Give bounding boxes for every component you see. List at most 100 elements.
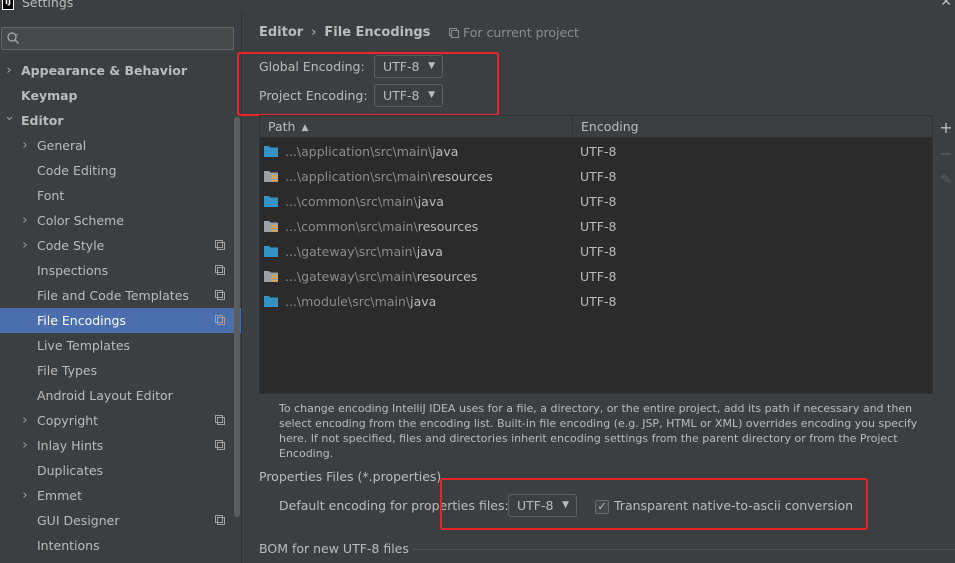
encoding-cell[interactable]: UTF-8 <box>580 214 616 239</box>
chevron-down-icon[interactable]: ⌄ <box>4 104 15 129</box>
chevron-right-icon[interactable]: › <box>20 208 30 233</box>
table-row[interactable]: ...\module\src\main\java UTF-8 <box>260 289 932 314</box>
sidebar-item-keymap[interactable]: Keymap <box>0 83 241 108</box>
default-properties-encoding-label: Default encoding for properties files: <box>279 498 509 513</box>
project-scope-icon <box>215 290 225 300</box>
properties-encoding-value: UTF-8 <box>517 498 554 513</box>
project-scope-icon <box>215 440 225 450</box>
breadcrumb-parent[interactable]: Editor <box>259 25 303 40</box>
table-row[interactable]: ...\gateway\src\main\resources UTF-8 <box>260 264 932 289</box>
column-header-path[interactable]: Path ▲ <box>260 116 573 138</box>
search-input[interactable] <box>24 30 229 47</box>
properties-encoding-select[interactable]: UTF-8 ▼ <box>508 494 577 517</box>
sidebar-item-android-layout-editor[interactable]: Android Layout Editor <box>0 383 241 408</box>
sidebar-item-intentions[interactable]: Intentions <box>0 533 241 558</box>
sidebar-item-inlay-hints[interactable]: › Inlay Hints <box>0 433 241 458</box>
encoding-cell[interactable]: UTF-8 <box>580 139 616 164</box>
column-header-encoding[interactable]: Encoding <box>573 116 932 138</box>
path-leaf: java <box>417 194 444 209</box>
chevron-right-icon[interactable]: › <box>20 408 30 433</box>
table-row[interactable]: ...\common\src\main\java UTF-8 <box>260 189 932 214</box>
sidebar-item-label: File Types <box>37 363 98 378</box>
remove-icon[interactable]: − <box>937 145 955 163</box>
path-prefix: ...\gateway\src\main\ <box>285 269 417 284</box>
sidebar-item-editor[interactable]: ⌄ Editor <box>0 108 241 133</box>
chevron-right-icon[interactable]: › <box>4 58 14 83</box>
close-icon[interactable]: ✕ <box>940 0 952 10</box>
sidebar-item-file-types[interactable]: File Types <box>0 358 241 383</box>
sidebar-item-general[interactable]: › General <box>0 133 241 158</box>
sidebar-item-duplicates[interactable]: Duplicates <box>0 458 241 483</box>
resources-folder-icon <box>264 221 278 232</box>
project-encoding-select[interactable]: UTF-8 ▼ <box>374 84 443 107</box>
chevron-down-icon: ▼ <box>428 61 435 71</box>
sidebar-item-emmet[interactable]: › Emmet <box>0 483 241 508</box>
encoding-cell[interactable]: UTF-8 <box>580 289 616 314</box>
path-leaf: java <box>410 294 437 309</box>
native-to-ascii-label[interactable]: Transparent native-to-ascii conversion <box>614 497 853 515</box>
breadcrumb-current: File Encodings <box>324 25 431 40</box>
path-prefix: ...\application\src\main\ <box>285 169 433 184</box>
sidebar-scrollbar[interactable] <box>234 117 240 517</box>
path-leaf: resources <box>417 219 479 234</box>
bom-section-title: BOM for new UTF-8 files <box>259 541 409 556</box>
sidebar-item-label: Editor <box>21 113 64 128</box>
global-encoding-select[interactable]: UTF-8 ▼ <box>374 55 443 78</box>
sidebar-item-label: Inspections <box>37 263 109 278</box>
path-prefix: ...\gateway\src\main\ <box>285 244 417 259</box>
path-leaf: java <box>416 244 443 259</box>
search-box[interactable] <box>1 27 234 50</box>
encoding-cell[interactable]: UTF-8 <box>580 239 616 264</box>
sidebar-item-gui-designer[interactable]: GUI Designer <box>0 508 241 533</box>
path-cell: ...\gateway\src\main\java <box>264 239 443 264</box>
sidebar-item-appearance-behavior[interactable]: › Appearance & Behavior <box>0 58 241 83</box>
encoding-cell[interactable]: UTF-8 <box>580 189 616 214</box>
encoding-cell[interactable]: UTF-8 <box>580 264 616 289</box>
sidebar-item-live-templates[interactable]: Live Templates <box>0 333 241 358</box>
path-cell: ...\common\src\main\java <box>264 189 444 214</box>
chevron-right-icon[interactable]: › <box>20 133 30 158</box>
path-prefix: ...\common\src\main\ <box>285 219 418 234</box>
sidebar-item-label: Live Templates <box>37 338 131 353</box>
path-leaf: resources <box>416 269 478 284</box>
app-icon: IJ <box>2 0 14 10</box>
project-encoding-label: Project Encoding: <box>259 88 368 103</box>
path-prefix: ...\module\src\main\ <box>285 294 411 309</box>
sidebar-item-file-and-code-templates[interactable]: File and Code Templates <box>0 283 241 308</box>
table-row[interactable]: ...\application\src\main\resources UTF-8 <box>260 164 932 189</box>
path-prefix: ...\common\src\main\ <box>285 194 418 209</box>
global-encoding-label: Global Encoding: <box>259 59 365 74</box>
chevron-right-icon[interactable]: › <box>20 433 30 458</box>
path-cell: ...\application\src\main\java <box>264 139 458 164</box>
path-cell: ...\application\src\main\resources <box>264 164 493 189</box>
sidebar-item-copyright[interactable]: › Copyright <box>0 408 241 433</box>
sidebar-item-font[interactable]: Font <box>0 183 241 208</box>
window-title: Settings <box>22 0 74 10</box>
encoding-cell[interactable]: UTF-8 <box>580 164 616 189</box>
sidebar-item-file-encodings[interactable]: File Encodings <box>0 308 241 333</box>
sidebar-item-label: General <box>37 138 87 153</box>
add-icon[interactable]: + <box>937 119 955 137</box>
chevron-right-icon[interactable]: › <box>20 483 30 508</box>
checkmark-icon: ✓ <box>597 500 607 513</box>
breadcrumb: Editor › File Encodings <box>259 24 430 42</box>
chevron-right-icon[interactable]: › <box>20 233 30 258</box>
help-note: To change encoding IntelliJ IDEA uses fo… <box>279 402 918 460</box>
table-row[interactable]: ...\common\src\main\resources UTF-8 <box>260 214 932 239</box>
source-folder-icon <box>264 246 278 257</box>
edit-icon[interactable]: ✎ <box>937 171 955 189</box>
sidebar-item-inspections[interactable]: Inspections <box>0 258 241 283</box>
source-folder-icon <box>264 296 278 307</box>
native-to-ascii-checkbox[interactable]: ✓ <box>595 500 609 514</box>
scope-note: For current project <box>449 24 579 42</box>
global-encoding-value: UTF-8 <box>383 59 420 74</box>
sidebar-item-label: Inlay Hints <box>37 438 104 453</box>
table-row[interactable]: ...\gateway\src\main\java UTF-8 <box>260 239 932 264</box>
project-scope-icon <box>215 265 225 275</box>
sidebar-item-code-style[interactable]: › Code Style <box>0 233 241 258</box>
table-row[interactable]: ...\application\src\main\java UTF-8 <box>260 139 932 164</box>
sidebar-item-code-editing[interactable]: Code Editing <box>0 158 241 183</box>
sidebar-item-label: Duplicates <box>37 463 104 478</box>
sidebar-item-color-scheme[interactable]: › Color Scheme <box>0 208 241 233</box>
project-encoding-value: UTF-8 <box>383 88 420 103</box>
